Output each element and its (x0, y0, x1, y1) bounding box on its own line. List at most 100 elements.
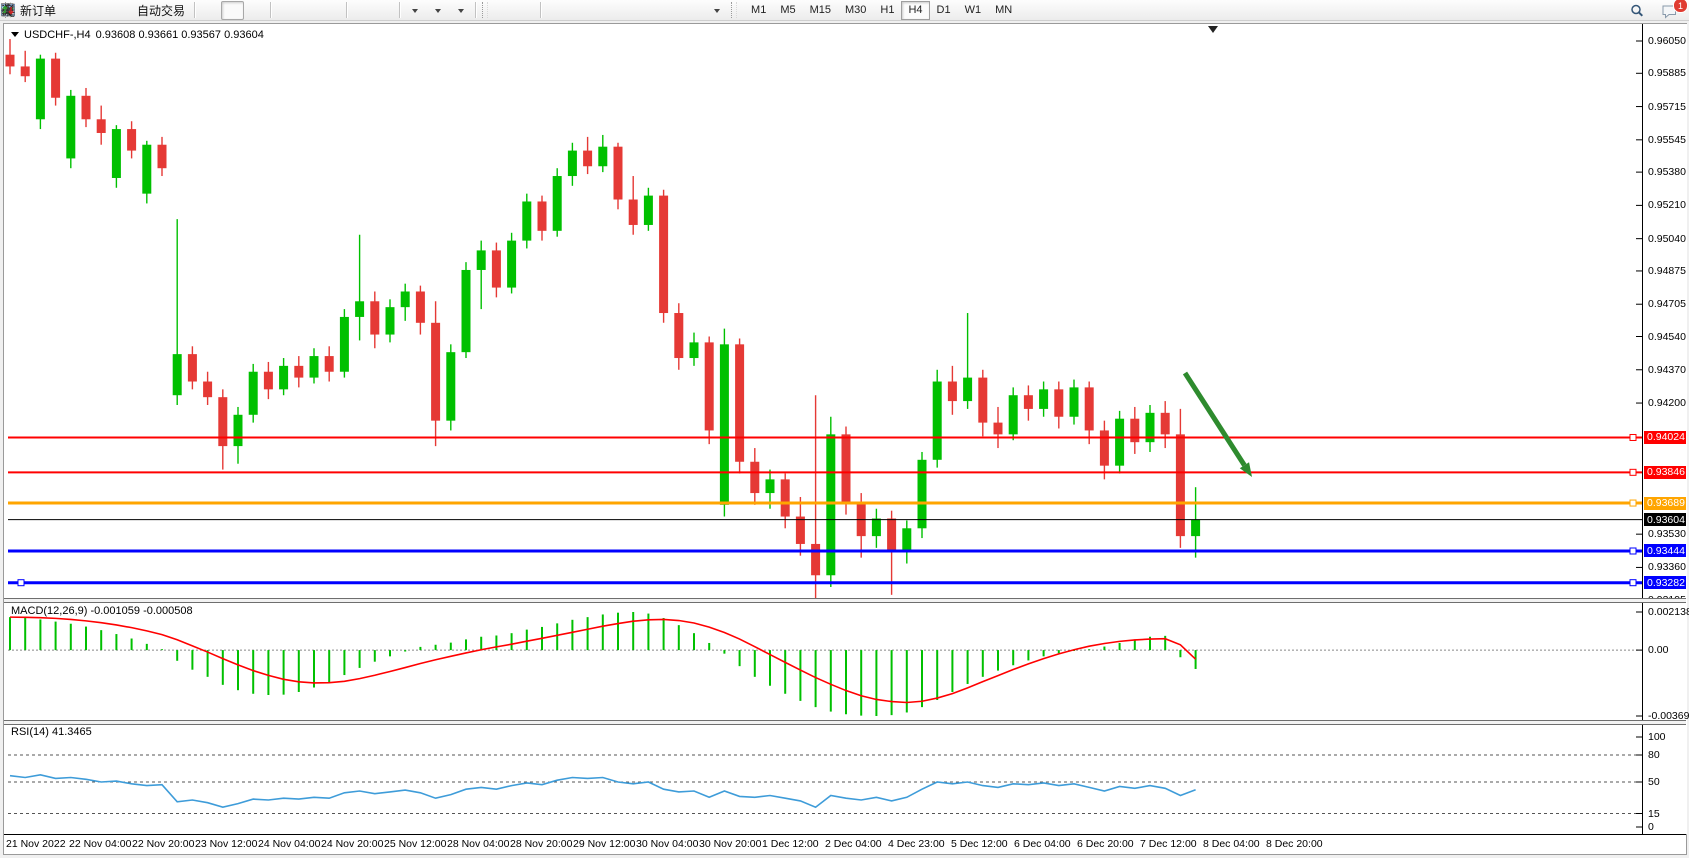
rsi-tick-label: 50 (1648, 776, 1660, 788)
indicators-button[interactable] (403, 1, 426, 20)
main-price-panel[interactable] (4, 24, 1642, 598)
notifications-button[interactable]: 1 (1660, 1, 1683, 20)
timeframe-button-mn[interactable]: MN (988, 1, 1019, 20)
toolbar-separator (270, 2, 271, 18)
time-axis-label: 30 Nov 20:00 (699, 838, 761, 850)
timeframe-button-w1[interactable]: W1 (958, 1, 989, 20)
timeframe-button-m30[interactable]: M30 (838, 1, 873, 20)
time-axis-label: 21 Nov 2022 (6, 838, 66, 850)
templates-dropdown-caret (458, 9, 464, 16)
timeframe-button-h4[interactable]: H4 (901, 1, 929, 20)
text-label-button[interactable]: T (682, 1, 705, 20)
rsi-indicator-label: RSI(14) 41.3465 (11, 726, 92, 738)
panel-splitter[interactable] (4, 720, 1686, 725)
rsi-tick-label: 0 (1648, 821, 1654, 833)
line-handle[interactable] (1630, 434, 1636, 440)
time-axis-label: 8 Dec 04:00 (1203, 838, 1260, 850)
price-level-badge: 0.93282 (1644, 576, 1686, 589)
time-axis-label: 28 Nov 04:00 (447, 838, 509, 850)
toolbar-separator (194, 2, 195, 18)
timeframe-button-m5[interactable]: M5 (773, 1, 802, 20)
auto-scroll-button[interactable] (350, 1, 373, 20)
price-tick-label: 0.93360 (1648, 561, 1686, 573)
text-button[interactable]: A (659, 1, 682, 20)
time-axis-label: 30 Nov 04:00 (636, 838, 698, 850)
horizontal-line-button[interactable] (567, 1, 590, 20)
new-order-button[interactable]: 新订单 (14, 1, 62, 20)
timeframe-button-h1[interactable]: H1 (873, 1, 901, 20)
zoom-in-button[interactable] (274, 1, 297, 20)
fibonacci-button[interactable]: F (636, 1, 659, 20)
line-handle[interactable] (1630, 548, 1636, 554)
search-button[interactable] (1629, 1, 1652, 20)
rsi-line (10, 775, 1196, 807)
timeframe-button-d1[interactable]: D1 (930, 1, 958, 20)
signals-button[interactable] (108, 1, 131, 20)
toolbar-grip[interactable] (482, 2, 488, 18)
zoom-out-button[interactable] (297, 1, 320, 20)
candlestick-chart-button[interactable] (221, 1, 244, 20)
line-chart-button[interactable] (244, 1, 267, 20)
search-icon (1629, 3, 1645, 19)
profile-button[interactable] (85, 1, 108, 20)
price-tick-label: 0.95885 (1648, 67, 1686, 79)
vertical-line-button[interactable] (544, 1, 567, 20)
timeframe-button-m15[interactable]: M15 (803, 1, 838, 20)
price-tick-label: 0.94370 (1648, 364, 1686, 376)
trendline-button[interactable] (590, 1, 613, 20)
arrows-button[interactable] (705, 1, 728, 20)
price-axis[interactable]: 0.960500.958850.957150.955450.953800.952… (1642, 24, 1687, 834)
time-axis-label: 5 Dec 12:00 (951, 838, 1008, 850)
price-level-badge: 0.94024 (1644, 431, 1686, 444)
chart-symbol-title: USDCHF-,H4 (24, 29, 91, 41)
chart-shift-button[interactable] (373, 1, 396, 20)
line-handle[interactable] (1630, 580, 1636, 586)
news-button[interactable] (62, 1, 85, 20)
chart-menu-arrow-icon[interactable] (11, 32, 19, 41)
rsi-tick-label: 100 (1648, 731, 1666, 743)
time-axis[interactable]: 21 Nov 202222 Nov 04:0022 Nov 20:0023 No… (4, 834, 1686, 854)
line-handle[interactable] (18, 580, 24, 586)
periods-button[interactable] (426, 1, 449, 20)
price-tick-label: 0.95040 (1648, 233, 1686, 245)
time-axis-label: 24 Nov 20:00 (321, 838, 383, 850)
timeframe-button-m1[interactable]: M1 (744, 1, 773, 20)
periods-dropdown-caret (435, 9, 441, 16)
price-level-badge: 0.93444 (1644, 544, 1686, 557)
panel-splitter[interactable] (4, 598, 1686, 603)
price-level-badge: 0.93846 (1644, 466, 1686, 479)
tile-windows-button[interactable] (320, 1, 343, 20)
crosshair-button[interactable] (514, 1, 537, 20)
chart-window-usdchf[interactable]: USDCHF-,H4 0.93608 0.93661 0.93567 0.936… (3, 23, 1687, 855)
rsi-tick-label: 80 (1648, 749, 1660, 761)
rsi-tick-label: 15 (1648, 808, 1660, 820)
time-axis-label: 1 Dec 12:00 (762, 838, 819, 850)
time-axis-label: 4 Dec 23:00 (888, 838, 945, 850)
cursor-button[interactable] (491, 1, 514, 20)
equidistant-channel-button[interactable]: E (613, 1, 636, 20)
templates-button[interactable] (449, 1, 472, 20)
trend-arrow-object[interactable] (1185, 373, 1244, 465)
chart-shift-marker-icon[interactable] (1208, 26, 1218, 33)
notification-badge: 1 (1673, 0, 1688, 13)
macd-panel[interactable] (4, 601, 1642, 720)
autotrading-label: 自动交易 (137, 2, 185, 19)
line-handle[interactable] (1630, 469, 1636, 475)
bar-chart-button[interactable] (198, 1, 221, 20)
rsi-panel[interactable] (4, 723, 1642, 834)
toolbar-separator (475, 2, 476, 18)
toolbar-separator (346, 2, 347, 18)
price-level-badge: 0.93689 (1644, 497, 1686, 510)
time-axis-label: 6 Dec 04:00 (1014, 838, 1071, 850)
time-axis-label: 28 Nov 20:00 (510, 838, 572, 850)
line-handle[interactable] (1630, 500, 1636, 506)
price-tick-label: 0.94705 (1648, 298, 1686, 310)
price-tick-label: 0.95380 (1648, 166, 1686, 178)
price-tick-label: 0.95545 (1648, 134, 1686, 146)
autotrading-button[interactable]: 自动交易 (131, 1, 191, 20)
arrows-dropdown-caret (714, 9, 720, 16)
toolbar-separator (540, 2, 541, 18)
toolbar-grip[interactable] (731, 2, 737, 18)
toolbar-separator (399, 2, 400, 18)
price-tick-label: 0.94540 (1648, 331, 1686, 343)
